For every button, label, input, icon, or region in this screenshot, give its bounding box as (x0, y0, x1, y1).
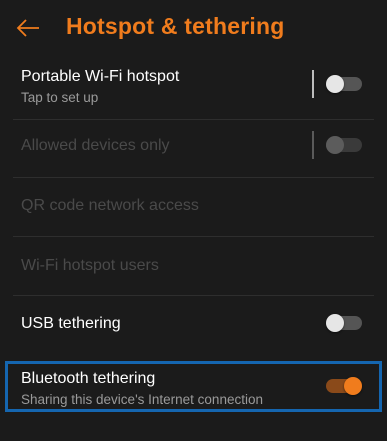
usb-tethering-label: USB tethering (21, 315, 121, 332)
switch-thumb (326, 75, 344, 93)
qr-code-access-row: QR code network access (0, 178, 387, 236)
portable-hotspot-subtitle: Tap to set up (21, 90, 99, 105)
toggle-separator (312, 131, 314, 159)
switch-thumb (326, 136, 344, 154)
usb-tethering-toggle[interactable] (326, 314, 362, 332)
page-title: Hotspot & tethering (66, 13, 285, 39)
portable-hotspot-toggle[interactable] (326, 75, 362, 93)
portable-hotspot-row[interactable]: Portable Wi-Fi hotspot Tap to set up (0, 56, 387, 118)
switch-thumb (326, 314, 344, 332)
portable-hotspot-label: Portable Wi-Fi hotspot (21, 68, 180, 85)
usb-tethering-row[interactable]: USB tethering (0, 296, 387, 354)
hotspot-users-row: Wi-Fi hotspot users (0, 237, 387, 295)
selection-highlight (5, 361, 382, 412)
allowed-devices-toggle (326, 136, 362, 154)
arrow-left-icon[interactable] (14, 14, 42, 42)
app-header: Hotspot & tethering (0, 0, 387, 56)
qr-code-access-label: QR code network access (21, 197, 199, 214)
toggle-separator (312, 70, 314, 98)
allowed-devices-row: Allowed devices only (0, 120, 387, 176)
allowed-devices-label: Allowed devices only (21, 137, 170, 154)
hotspot-users-label: Wi-Fi hotspot users (21, 257, 159, 274)
